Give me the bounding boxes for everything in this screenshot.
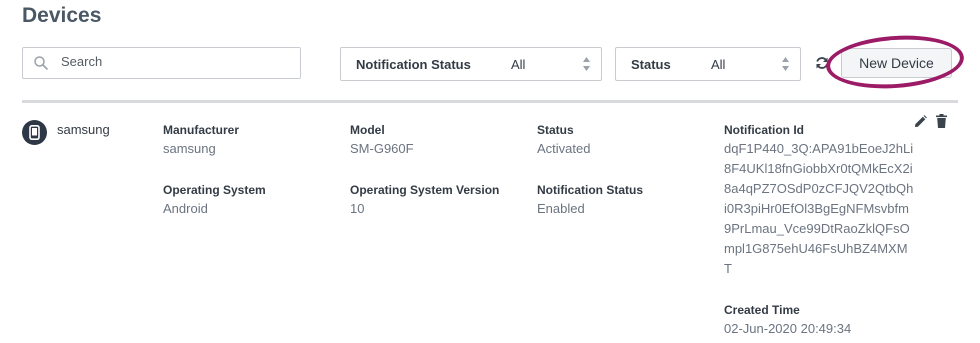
trash-icon[interactable]: [936, 114, 947, 128]
operating-system-label: Operating System: [163, 183, 266, 197]
page-title: Devices: [22, 4, 102, 27]
os-version-value: 10: [350, 201, 365, 216]
model-label: Model: [350, 123, 385, 137]
model-value: SM-G960F: [350, 141, 414, 156]
new-device-button[interactable]: New Device: [841, 48, 952, 78]
mobile-phone-icon: [29, 125, 40, 140]
notification-status-label: Notification Status: [537, 183, 644, 197]
notification-id-label: Notification Id: [724, 123, 804, 137]
edit-icon[interactable]: [914, 115, 927, 128]
manufacturer-value: samsung: [163, 141, 216, 156]
divider: [22, 100, 958, 103]
status-filter-value: All: [711, 57, 726, 72]
notification-id-value: dqF1P440_3Q:APA91bEoeJ2hLi8F4UKl18fnGiob…: [724, 141, 914, 276]
notification-status-filter[interactable]: Notification Status All: [340, 47, 602, 81]
notification-status-value: Enabled: [537, 201, 585, 216]
os-version-label: Operating System Version: [350, 183, 500, 197]
notification-status-filter-label: Notification Status: [356, 57, 471, 72]
search-input[interactable]: [61, 54, 291, 69]
operating-system-value: Android: [163, 201, 208, 216]
status-value: Activated: [537, 141, 591, 156]
created-time-value: 02-Jun-2020 20:49:34: [724, 321, 852, 336]
created-time-label: Created Time: [724, 303, 800, 317]
device-name[interactable]: samsung: [57, 122, 110, 137]
status-filter-label: Status: [631, 57, 671, 72]
status-filter[interactable]: Status All: [615, 47, 801, 81]
sort-arrows-icon: [583, 57, 590, 71]
search-icon: [34, 56, 48, 70]
sort-arrows-icon: [782, 57, 789, 71]
notification-status-filter-value: All: [511, 57, 526, 72]
refresh-icon[interactable]: [815, 56, 829, 70]
search-box[interactable]: [22, 47, 301, 79]
manufacturer-label: Manufacturer: [163, 123, 240, 137]
device-avatar: [22, 120, 47, 145]
status-label: Status: [537, 123, 574, 137]
